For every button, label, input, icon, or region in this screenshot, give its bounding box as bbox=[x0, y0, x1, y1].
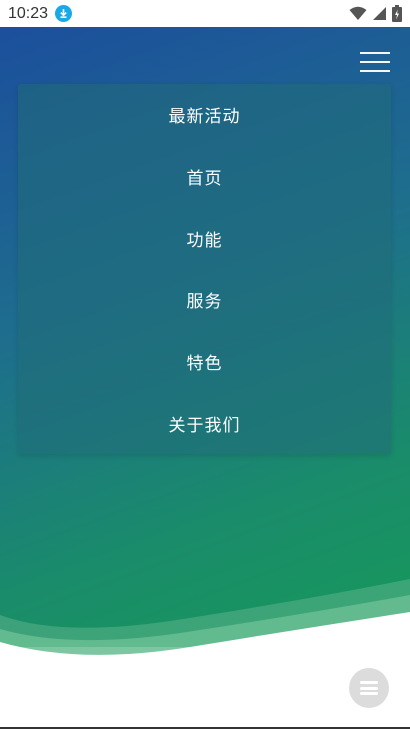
cell-signal-icon bbox=[373, 7, 386, 20]
hero-wave bbox=[0, 579, 410, 687]
list-icon bbox=[360, 681, 378, 695]
battery-icon bbox=[392, 5, 402, 22]
status-icons bbox=[349, 5, 402, 22]
hamburger-line bbox=[360, 70, 390, 72]
status-bar: 10:23 bbox=[0, 0, 410, 27]
menu-item-features[interactable]: 功能 bbox=[18, 207, 391, 269]
screen: 10:23 最新活动 首页 功能 服务 特色 关于我们 bbox=[0, 0, 410, 729]
menu-item-highlights[interactable]: 特色 bbox=[18, 331, 391, 393]
menu-item-home[interactable]: 首页 bbox=[18, 146, 391, 208]
nav-menu: 最新活动 首页 功能 服务 特色 关于我们 bbox=[18, 84, 391, 454]
wifi-icon bbox=[349, 6, 367, 20]
download-icon bbox=[55, 5, 73, 22]
status-time: 10:23 bbox=[8, 4, 49, 22]
menu-item-services[interactable]: 服务 bbox=[18, 269, 391, 331]
menu-item-latest-activity[interactable]: 最新活动 bbox=[18, 84, 391, 146]
hamburger-line bbox=[360, 61, 390, 63]
hamburger-line bbox=[360, 52, 390, 54]
hamburger-menu-icon[interactable] bbox=[360, 52, 390, 72]
floating-menu-button[interactable] bbox=[349, 668, 389, 708]
menu-item-about-us[interactable]: 关于我们 bbox=[18, 392, 391, 454]
